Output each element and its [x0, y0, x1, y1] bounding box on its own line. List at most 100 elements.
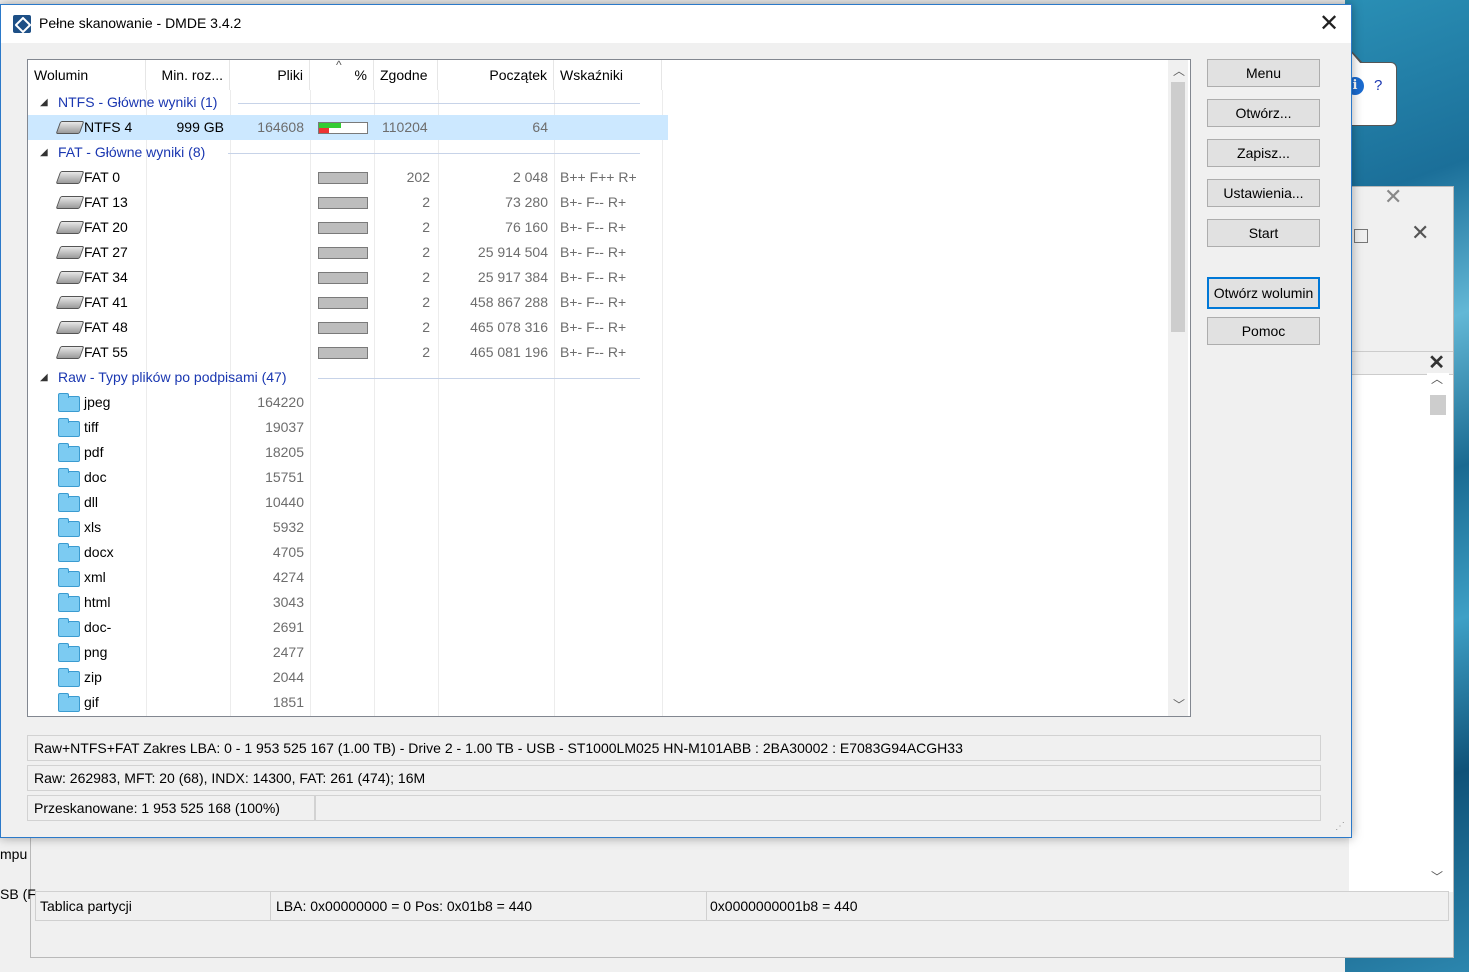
scroll-down-icon[interactable]: ﹀ — [1431, 868, 1443, 885]
file-type-name: tiff — [84, 419, 99, 435]
start-lba: 458 867 288 — [470, 294, 548, 310]
help-button[interactable]: Pomoc — [1207, 317, 1320, 345]
file-type-name: jpeg — [84, 394, 111, 410]
drive-icon — [55, 321, 85, 334]
scroll-up-icon[interactable]: ︿ — [1173, 62, 1185, 79]
drive-icon — [55, 171, 85, 184]
file-count: 18205 — [265, 444, 304, 460]
file-count: 5932 — [272, 519, 304, 535]
table-row[interactable]: docx 4705 — [28, 540, 668, 565]
tree-group[interactable]: ◢ FAT - Główne wyniki (8) — [28, 140, 668, 165]
folder-icon — [58, 468, 80, 487]
group-label: FAT - Główne wyniki (8) — [58, 144, 206, 160]
folder-icon — [58, 568, 80, 587]
maximize-icon[interactable] — [1354, 229, 1368, 243]
table-row[interactable]: zip 2044 — [28, 665, 668, 690]
volume-name: FAT 48 — [84, 319, 128, 335]
start-lba: 25 914 504 — [477, 244, 548, 260]
table-row[interactable]: FAT 13 2 73 280 B+- F-- R+ — [28, 190, 668, 215]
match-bar — [318, 347, 368, 359]
scrollbar[interactable]: ︿ ﹀ — [1427, 370, 1449, 888]
table-row[interactable]: xml 4274 — [28, 565, 668, 590]
results-tree[interactable]: Wolumin Min. roz... Pliki % Zgodne Począ… — [27, 59, 1191, 717]
status-segment: LBA: 0x00000000 = 0 Pos: 0x01b8 = 440 — [272, 892, 707, 920]
file-type-name: doc — [84, 469, 107, 485]
match-count: 110204 — [382, 119, 428, 135]
column-flags[interactable]: Wskaźniki — [554, 60, 662, 90]
tree-group[interactable]: ◢ NTFS - Główne wyniki (1) — [28, 90, 668, 115]
drive-icon — [55, 346, 85, 359]
flags: B+- F-- R+ — [560, 219, 627, 235]
start-lba: 73 280 — [505, 194, 548, 210]
table-row[interactable]: FAT 41 2 458 867 288 B+- F-- R+ — [28, 290, 668, 315]
close-icon[interactable]: ✕ — [1411, 220, 1429, 246]
match-bar — [318, 322, 368, 334]
scan-progress-bar — [315, 795, 1321, 821]
expand-triangle-icon[interactable]: ◢ — [40, 140, 48, 165]
table-row[interactable]: jpeg 164220 — [28, 390, 668, 415]
scroll-down-icon[interactable]: ﹀ — [1173, 696, 1185, 713]
open-volume-button[interactable]: Otwórz wolumin — [1207, 277, 1320, 309]
vertical-scrollbar[interactable]: ︿ ﹀ — [1168, 60, 1188, 716]
table-row[interactable]: FAT 34 2 25 917 384 B+- F-- R+ — [28, 265, 668, 290]
settings-button[interactable]: Ustawienia... — [1207, 179, 1320, 207]
match-count: 2 — [422, 294, 430, 310]
table-row[interactable]: html 3043 — [28, 590, 668, 615]
table-row[interactable]: xls 5932 — [28, 515, 668, 540]
table-row[interactable]: gif 1851 — [28, 690, 668, 715]
tree-group[interactable]: ◢ Raw - Typy plików po podpisami (47) — [28, 365, 668, 390]
column-percent[interactable]: % — [310, 60, 374, 90]
file-count: 2691 — [272, 619, 304, 635]
table-row[interactable]: FAT 0 202 2 048 B++ F++ R+ — [28, 165, 668, 190]
table-row[interactable]: png 2477 — [28, 640, 668, 665]
column-zgodne[interactable]: Zgodne — [374, 60, 438, 90]
question-mark: ? — [1374, 77, 1383, 94]
drive-icon — [55, 121, 85, 134]
volume-name: FAT 27 — [84, 244, 128, 260]
close-icon[interactable]: ✕ — [1384, 184, 1402, 210]
table-row[interactable]: FAT 20 2 76 160 B+- F-- R+ — [28, 215, 668, 240]
min-size: 999 GB — [176, 119, 224, 135]
open-button[interactable]: Otwórz... — [1207, 99, 1320, 127]
close-icon[interactable]: ✕ — [1319, 9, 1339, 38]
start-lba: 465 078 316 — [470, 319, 548, 335]
file-count: 164608 — [257, 119, 304, 135]
column-header: Wolumin Min. roz... Pliki % Zgodne Począ… — [28, 60, 668, 90]
start-lba: 465 081 196 — [470, 344, 548, 360]
table-row[interactable]: FAT 48 2 465 078 316 B+- F-- R+ — [28, 315, 668, 340]
column-wolumin[interactable]: Wolumin — [28, 60, 146, 90]
save-button[interactable]: Zapisz... — [1207, 139, 1320, 167]
column-start[interactable]: Początek — [438, 60, 554, 90]
expand-triangle-icon[interactable]: ◢ — [40, 365, 48, 390]
flags: B+- F-- R+ — [560, 194, 627, 210]
table-row[interactable]: FAT 55 2 465 081 196 B+- F-- R+ — [28, 340, 668, 365]
table-row[interactable]: doc 15751 — [28, 465, 668, 490]
group-separator — [238, 103, 640, 104]
table-row[interactable]: NTFS 4 999 GB 164608 110204 64 — [28, 115, 668, 140]
folder-icon — [58, 493, 80, 512]
expand-triangle-icon[interactable]: ◢ — [40, 90, 48, 115]
scroll-thumb[interactable] — [1171, 82, 1185, 332]
column-min-size[interactable]: Min. roz... — [146, 60, 230, 90]
table-row[interactable]: dll 10440 — [28, 490, 668, 515]
folder-icon — [58, 693, 80, 712]
start-button[interactable]: Start — [1207, 219, 1320, 247]
folder-icon — [58, 618, 80, 637]
table-row[interactable]: tiff 19037 — [28, 415, 668, 440]
resize-grip-icon[interactable]: ⋰ — [1335, 821, 1347, 833]
table-row[interactable]: pdf 18205 — [28, 440, 668, 465]
table-row[interactable]: doc- 2691 — [28, 615, 668, 640]
title-bar[interactable]: Pełne skanowanie - DMDE 3.4.2 ✕ — [1, 5, 1351, 43]
table-row[interactable]: FAT 27 2 25 914 504 B+- F-- R+ — [28, 240, 668, 265]
window-title: Pełne skanowanie - DMDE 3.4.2 — [39, 15, 242, 31]
sort-caret-icon: ^ — [336, 59, 342, 72]
background-text: SB (F — [0, 886, 36, 902]
scroll-up-icon[interactable]: ︿ — [1431, 370, 1443, 387]
scanned-status: Przeskanowane: 1 953 525 168 (100%) — [27, 795, 315, 821]
file-count: 15751 — [265, 469, 304, 485]
column-files[interactable]: Pliki — [230, 60, 310, 90]
file-type-name: png — [84, 644, 108, 660]
menu-button[interactable]: Menu — [1207, 59, 1320, 87]
scroll-thumb[interactable] — [1430, 395, 1446, 415]
file-count: 1851 — [272, 694, 304, 710]
